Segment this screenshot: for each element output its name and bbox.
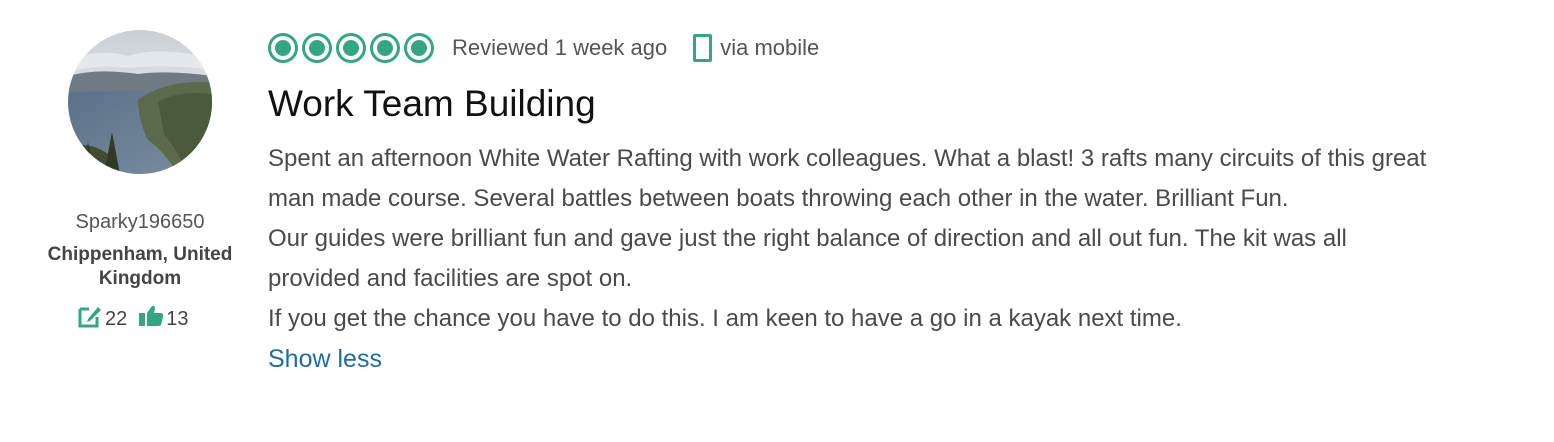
mobile-phone-icon: [693, 34, 713, 62]
avatar-image: [68, 30, 212, 174]
bubble-rating-icon: [268, 33, 438, 63]
rating-bubble-5: [404, 33, 434, 63]
reviewer-location: Chippenham, United Kingdom: [47, 244, 233, 289]
review-pencil-icon: [76, 302, 104, 336]
helpful-votes-stat[interactable]: 13: [137, 302, 189, 336]
review-title[interactable]: Work Team Building: [268, 80, 596, 128]
helpful-votes: 13: [166, 307, 189, 330]
via-mobile-label: via mobile: [720, 35, 820, 60]
review-count-stat[interactable]: 22: [76, 302, 127, 336]
review-meta: Reviewed 1 week ago via mobile: [268, 30, 819, 66]
avatar[interactable]: [68, 30, 212, 174]
review-count: 22: [105, 307, 128, 330]
reviewer-username[interactable]: Sparky196650: [20, 211, 260, 234]
rating-bubble-4: [370, 33, 400, 63]
rating-bubble-1: [268, 33, 298, 63]
rating-bubble-3: [336, 33, 366, 63]
review-body: Spent an afternoon White Water Rafting w…: [268, 139, 1428, 380]
review-paragraph: Our guides were brilliant fun and gave j…: [268, 225, 1347, 292]
review-date: Reviewed 1 week ago: [452, 35, 668, 60]
rating-bubble-2: [302, 33, 332, 63]
show-less-link[interactable]: Show less: [268, 339, 382, 379]
review-paragraph: Spent an afternoon White Water Rafting w…: [268, 145, 1427, 212]
reviewer-stats: 22 13: [76, 304, 189, 334]
thumbs-up-icon: [137, 302, 165, 336]
review-paragraph: If you get the chance you have to do thi…: [268, 305, 1182, 332]
